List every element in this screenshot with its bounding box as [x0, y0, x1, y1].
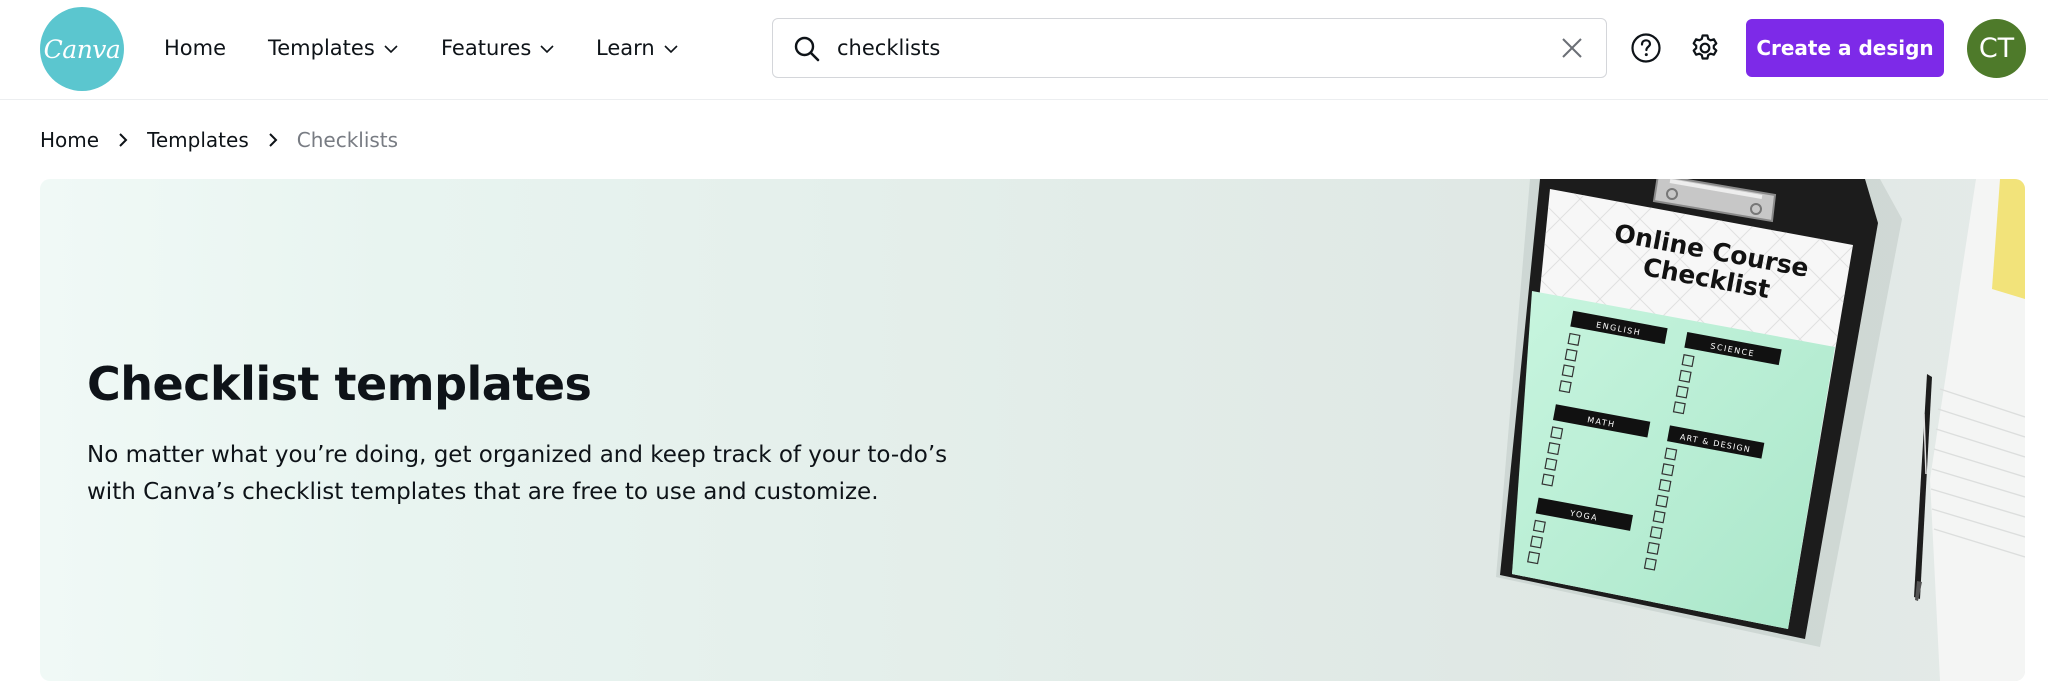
- chevron-down-icon: [384, 45, 398, 54]
- nav-home[interactable]: Home: [164, 0, 226, 96]
- avatar-initials: CT: [1978, 33, 2015, 64]
- search-icon: [794, 36, 820, 62]
- user-avatar[interactable]: CT: [1967, 19, 2026, 78]
- breadcrumb-home[interactable]: Home: [40, 128, 99, 152]
- nav-learn-label: Learn: [596, 36, 655, 60]
- breadcrumb-templates[interactable]: Templates: [147, 128, 249, 152]
- chevron-down-icon: [664, 45, 678, 54]
- nav-home-label: Home: [164, 36, 227, 60]
- chevron-right-icon: [269, 133, 278, 147]
- nav-features-label: Features: [441, 36, 532, 60]
- nav-templates-label: Templates: [268, 36, 375, 60]
- search-input[interactable]: [837, 29, 1517, 67]
- notepad-shape: [1930, 179, 2025, 681]
- chevron-down-icon: [540, 45, 554, 54]
- close-icon[interactable]: [1560, 36, 1584, 60]
- hero-description: No matter what you’re doing, get organiz…: [87, 442, 948, 505]
- canva-logo[interactable]: Canva: [40, 7, 124, 91]
- top-navigation-bar: Canva Home Templates Features Learn chec…: [0, 0, 2048, 100]
- nav-templates[interactable]: Templates: [268, 0, 399, 96]
- create-design-button[interactable]: Create a design: [1746, 19, 1944, 77]
- breadcrumb: Home Templates Checklists: [40, 124, 398, 156]
- hero-banner: Checklist templates No matter what you’r…: [40, 179, 2025, 681]
- page-title: Checklist templates: [87, 357, 592, 411]
- pen-shape: [1914, 374, 1932, 601]
- settings-button[interactable]: [1685, 28, 1725, 68]
- breadcrumb-checklists: Checklists: [296, 128, 399, 152]
- hero-clipboard-image: Online Course Checklist ENGLISH SCIENCE: [1496, 179, 2025, 681]
- chevron-right-icon: [119, 133, 128, 147]
- help-icon: [1631, 33, 1661, 63]
- search-bar: [772, 18, 1607, 78]
- nav-features[interactable]: Features: [441, 0, 555, 96]
- nav-learn[interactable]: Learn: [596, 0, 679, 96]
- logo-text: Canva: [43, 34, 121, 64]
- help-button[interactable]: [1626, 28, 1666, 68]
- gear-icon: [1692, 34, 1718, 60]
